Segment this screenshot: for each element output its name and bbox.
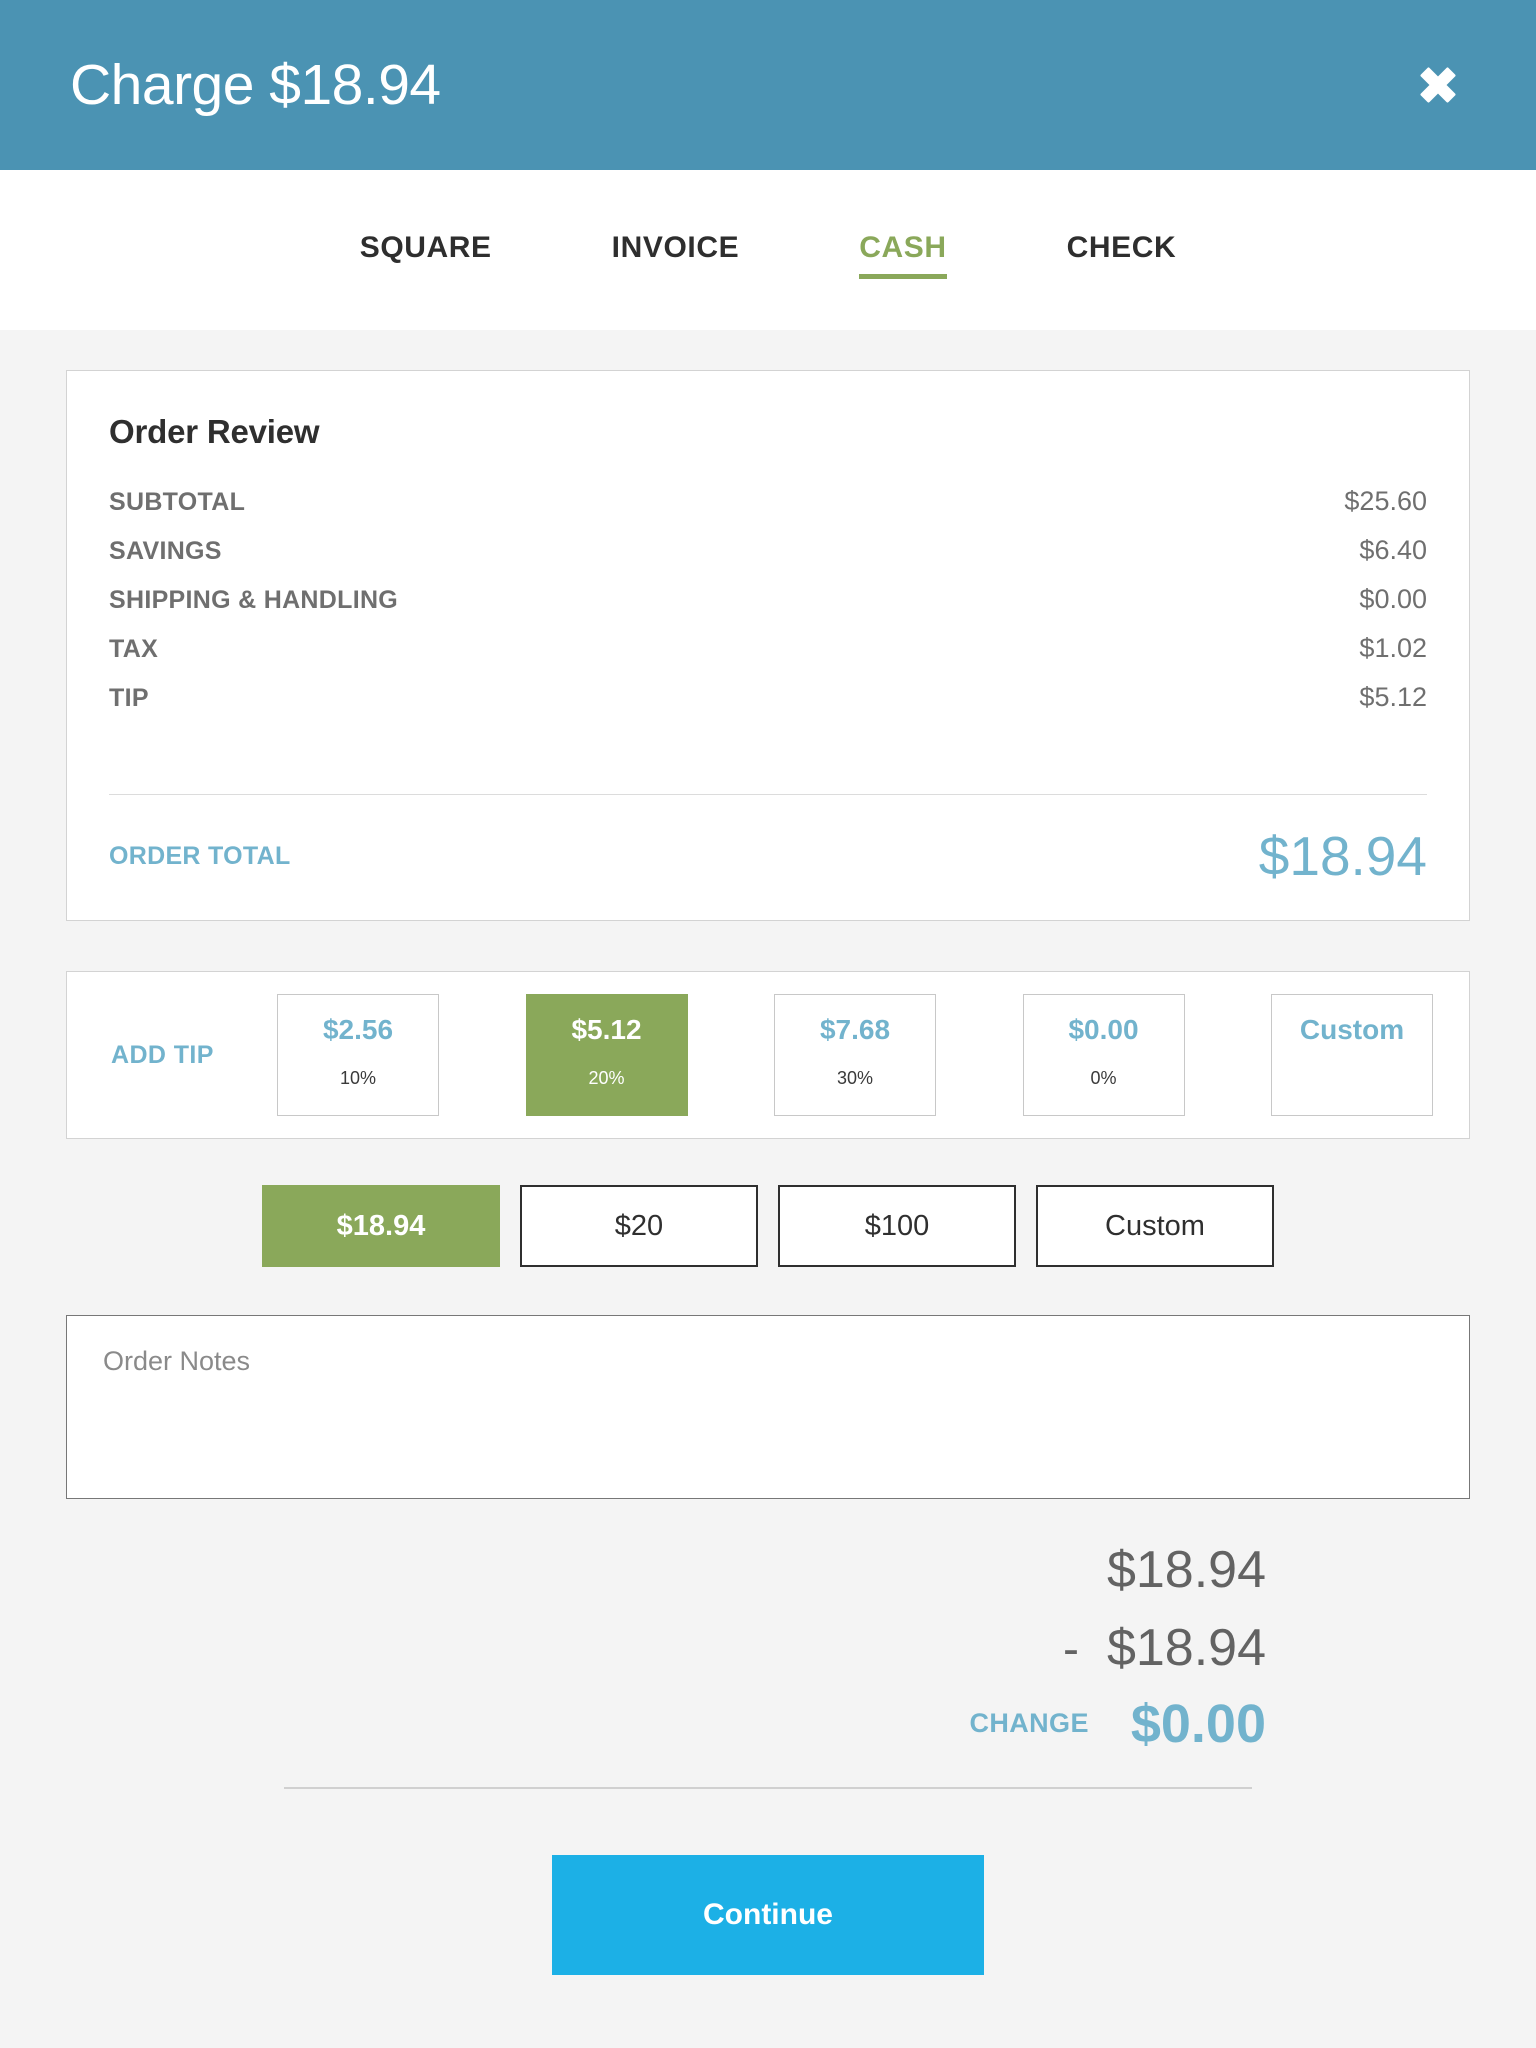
order-label-tax: TAX [109,635,159,663]
tendered-line: $18.94 [66,1541,1266,1601]
minus-sign: - [1062,1622,1079,1676]
tip-options-group: $2.56 10% $5.12 20% $7.68 30% $0.00 0% C… [277,994,1433,1116]
tip-option-custom[interactable]: Custom [1271,994,1433,1116]
order-total-value: $18.94 [1258,825,1427,887]
close-icon[interactable] [1406,53,1470,117]
tab-check-label: CHECK [1066,231,1177,264]
order-row-tip: TIP $5.12 [109,673,1427,722]
modal-header: Charge $18.94 [0,0,1536,170]
tip-option-20-amount: $5.12 [571,1014,642,1045]
change-label: CHANGE [969,1708,1089,1739]
tip-option-20[interactable]: $5.12 20% [525,994,688,1116]
order-total-row: ORDER TOTAL $18.94 [109,795,1427,884]
order-value-tax: $1.02 [1359,633,1427,663]
tab-cash[interactable]: CASH [859,221,948,279]
order-label-shipping: SHIPPING & HANDLING [109,586,399,614]
cash-amount-exact-label: $18.94 [336,1209,426,1242]
tab-invoice-label: INVOICE [611,231,740,264]
tip-option-custom-label: Custom [1299,1014,1405,1045]
add-tip-label: ADD TIP [111,1040,214,1069]
change-calculation: $18.94 - $18.94 CHANGE $0.00 [66,1541,1470,1751]
cash-amount-100-label: $100 [864,1209,930,1242]
tab-check[interactable]: CHECK [1067,221,1177,279]
modal-footer: Continue [66,1854,1470,1975]
order-label-savings: SAVINGS [109,537,222,565]
add-tip-card: ADD TIP $2.56 10% $5.12 20% $7.68 30% $0… [66,971,1470,1139]
continue-button[interactable]: Continue [552,1854,984,1975]
order-review-card: Order Review SUBTOTAL $25.60 SAVINGS $6.… [66,370,1470,921]
change-line: CHANGE $0.00 [66,1697,1266,1751]
order-value-tip: $5.12 [1359,682,1427,712]
order-row-tax: TAX $1.02 [109,624,1427,673]
order-value-subtotal: $25.60 [1344,486,1427,516]
tip-option-30-percent: 30% [836,1067,874,1088]
cash-amount-100[interactable]: $100 [778,1185,1016,1267]
charge-modal: Charge $18.94 SQUARE INVOICE CASH CHECK … [0,0,1536,2048]
order-value-savings: $6.40 [1359,535,1427,565]
order-label-tip: TIP [109,684,149,712]
order-total-label: ORDER TOTAL [109,842,291,870]
order-row-subtotal: SUBTOTAL $25.60 [109,477,1427,526]
cash-amount-custom[interactable]: Custom [1036,1185,1274,1267]
modal-body: Order Review SUBTOTAL $25.60 SAVINGS $6.… [0,330,1536,1975]
order-value-shipping: $0.00 [1359,584,1427,614]
tab-square-label: SQUARE [359,231,492,264]
order-row-shipping: SHIPPING & HANDLING $0.00 [109,575,1427,624]
change-amount: $0.00 [1130,1693,1266,1754]
tip-option-20-percent: 20% [588,1067,625,1088]
cash-amount-20[interactable]: $20 [520,1185,758,1267]
cash-amount-exact[interactable]: $18.94 [262,1185,500,1267]
order-row-savings: SAVINGS $6.40 [109,526,1427,575]
order-notes-box[interactable] [66,1315,1470,1499]
payment-method-tabs: SQUARE INVOICE CASH CHECK [0,170,1536,330]
tip-option-30-amount: $7.68 [819,1014,891,1045]
tip-option-0-amount: $0.00 [1068,1014,1139,1045]
due-line: - $18.94 [66,1619,1266,1679]
tip-option-0-percent: 0% [1090,1067,1117,1088]
tab-square[interactable]: SQUARE [360,221,492,279]
cash-amount-20-label: $20 [614,1209,664,1242]
due-amount: $18.94 [1106,1618,1266,1677]
order-review-title: Order Review [109,413,320,450]
tip-option-10-amount: $2.56 [322,1014,394,1045]
order-notes-input[interactable] [103,1346,1433,1468]
tab-invoice[interactable]: INVOICE [612,221,740,279]
tendered-amount: $18.94 [1106,1541,1266,1599]
cash-amount-custom-label: Custom [1105,1209,1205,1242]
tip-option-10[interactable]: $2.56 10% [277,994,439,1116]
tip-option-10-percent: 10% [339,1067,377,1088]
continue-button-label: Continue [703,1897,833,1931]
tab-cash-label: CASH [859,231,947,264]
tip-option-30[interactable]: $7.68 30% [774,994,936,1116]
order-label-subtotal: SUBTOTAL [109,488,246,516]
page-title: Charge $18.94 [70,52,441,117]
cash-amount-group: $18.94 $20 $100 Custom [66,1185,1470,1267]
footer-divider [284,1786,1252,1789]
tip-option-0[interactable]: $0.00 0% [1022,994,1185,1116]
